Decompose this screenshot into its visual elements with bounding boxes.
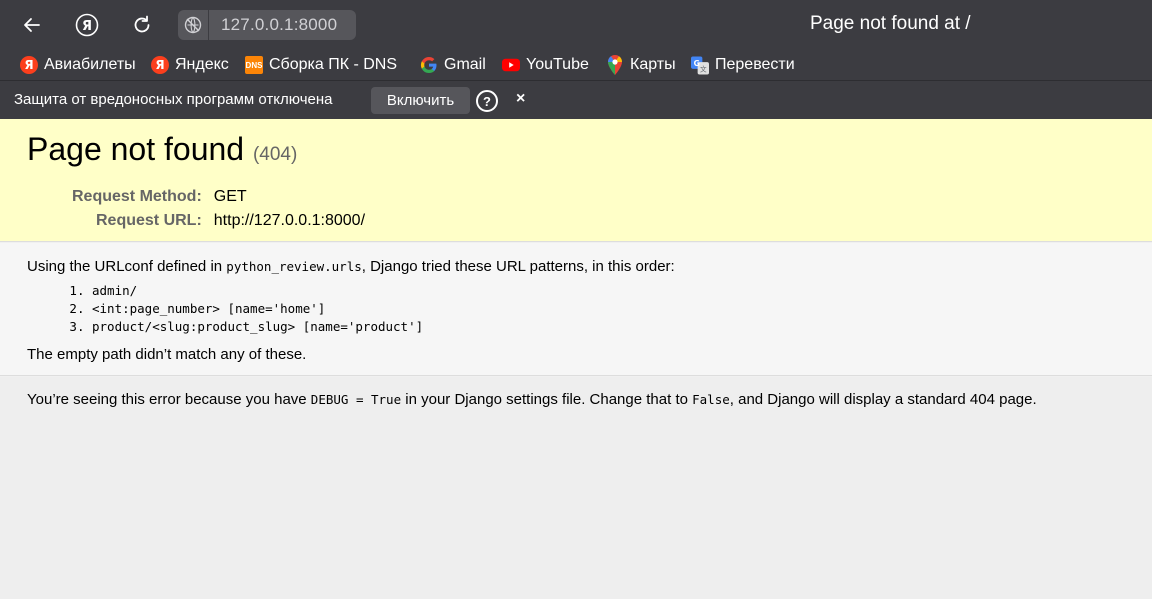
explanation-before: You’re seeing this error because you hav… — [27, 391, 311, 408]
debug-explanation: You’re seeing this error because you hav… — [0, 377, 1152, 599]
request-meta-table: Request Method: GET Request URL: http://… — [72, 186, 365, 234]
bookmark-yandex[interactable]: Я Яндекс — [151, 54, 229, 76]
back-button[interactable] — [15, 8, 49, 42]
status-code: (404) — [252, 144, 298, 165]
urlconf-name: python_review.urls — [226, 259, 362, 274]
site-info-button[interactable] — [178, 10, 208, 40]
explanation-middle: in your Django settings file. Change tha… — [401, 391, 693, 408]
request-url-label: Request URL: — [96, 212, 202, 229]
dns-icon: DNS — [245, 56, 263, 74]
maps-pin-icon — [606, 55, 624, 75]
explanation-text: You’re seeing this error because you hav… — [27, 391, 1125, 408]
toolbar: Я 127.0.0.1:8000 Page not found at / — [0, 0, 1152, 50]
bookmark-aviabilety[interactable]: Я Авиабилеты — [20, 54, 136, 76]
svg-text:G: G — [694, 58, 700, 67]
explanation-after: , and Django will display a standard 404… — [729, 391, 1037, 408]
google-icon — [420, 56, 438, 74]
intro-after: , Django tried these URL patterns, in th… — [361, 258, 675, 275]
info-outro: The empty path didn’t match any of these… — [27, 346, 307, 363]
info-intro: Using the URLconf defined in python_revi… — [27, 258, 1125, 275]
table-row: Request Method: GET — [72, 186, 365, 210]
bookmark-label: Gmail — [444, 56, 486, 73]
bookmark-label: Карты — [630, 56, 676, 73]
request-method-label: Request Method: — [72, 188, 202, 205]
page-title-text: Page not found — [27, 131, 245, 167]
bookmark-label: Сборка ПК - DNS — [269, 56, 398, 73]
url-patterns-info: Using the URLconf defined in python_revi… — [0, 243, 1152, 376]
security-message: Защита от вредоносных программ отключена — [14, 91, 333, 108]
list-item: <int:page_number> [name='home'] — [92, 301, 1125, 319]
request-method-value: GET — [213, 188, 247, 205]
debug-setting-code: DEBUG = True — [310, 392, 402, 407]
bookmark-youtube[interactable]: YouTube — [502, 54, 589, 76]
close-icon[interactable]: × — [516, 90, 525, 108]
intro-before: Using the URLconf defined in — [27, 258, 227, 275]
globe-blocked-icon — [184, 16, 202, 34]
address-bar[interactable]: 127.0.0.1:8000 — [209, 10, 356, 40]
yandex-logo-icon: Я — [75, 13, 99, 37]
svg-text:Я: Я — [82, 19, 92, 34]
yandex-icon: Я — [20, 56, 38, 74]
page-title: Page not found (404) — [27, 131, 1125, 168]
false-code: False — [692, 392, 730, 407]
bookmark-maps[interactable]: Карты — [606, 54, 676, 76]
error-summary: Page not found (404) Request Method: GET… — [0, 119, 1152, 242]
bookmark-label: Авиабилеты — [44, 56, 136, 73]
address-text: 127.0.0.1:8000 — [221, 15, 338, 34]
bookmark-label: YouTube — [526, 56, 589, 73]
bookmark-gmail[interactable]: Gmail — [420, 54, 486, 76]
request-url-value: http://127.0.0.1:8000/ — [213, 212, 366, 229]
security-notification-bar: Защита от вредоносных программ отключена… — [0, 80, 1152, 119]
arrow-left-icon — [24, 18, 40, 32]
svg-text:文: 文 — [700, 64, 707, 73]
enable-protection-button[interactable]: Включить — [371, 87, 470, 114]
reload-button[interactable] — [125, 8, 159, 42]
translate-icon: G文 — [691, 56, 709, 74]
youtube-icon — [502, 56, 520, 74]
reload-icon — [134, 15, 150, 33]
tab-title: Page not found at / — [810, 13, 971, 34]
yandex-home-button[interactable]: Я — [70, 8, 104, 42]
help-icon[interactable]: ? — [476, 90, 498, 112]
bookmark-label: Яндекс — [175, 56, 229, 73]
bookmark-dns[interactable]: DNS Сборка ПК - DNS — [245, 54, 397, 76]
browser-chrome: Я 127.0.0.1:8000 Page not found at / Я А… — [0, 0, 1152, 119]
bookmark-label: Перевести — [715, 56, 795, 73]
list-item: product/<slug:product_slug> [name='produ… — [92, 319, 1125, 337]
bookmarks-bar: Я Авиабилеты Я Яндекс DNS Сборка ПК - DN… — [0, 50, 1152, 80]
list-item: admin/ — [92, 283, 1125, 301]
yandex-icon: Я — [151, 56, 169, 74]
bookmark-translate[interactable]: G文 Перевести — [691, 54, 795, 76]
url-pattern-list: admin/ <int:page_number> [name='home'] p… — [27, 283, 1125, 337]
table-row: Request URL: http://127.0.0.1:8000/ — [72, 210, 365, 234]
